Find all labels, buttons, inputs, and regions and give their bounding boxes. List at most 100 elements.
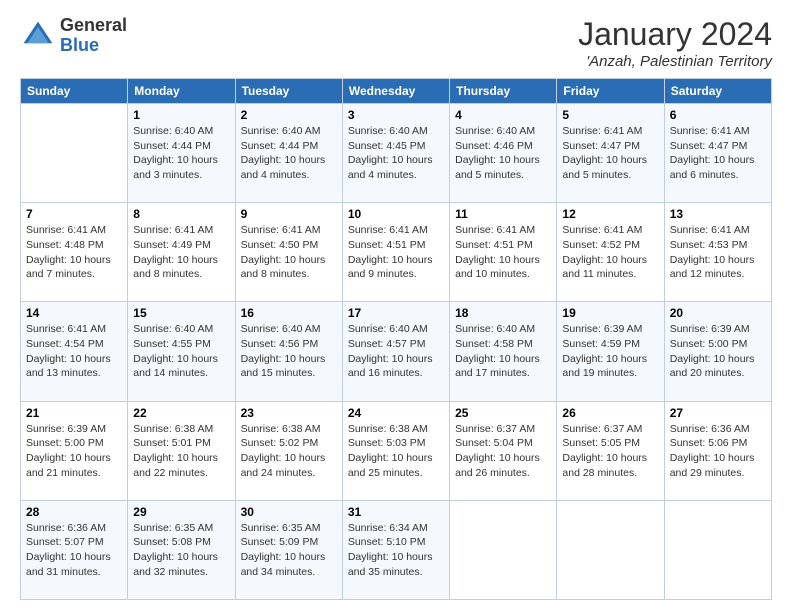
day-info: Sunrise: 6:40 AMSunset: 4:45 PMDaylight:… bbox=[348, 124, 444, 183]
day-info: Sunrise: 6:38 AMSunset: 5:03 PMDaylight:… bbox=[348, 422, 444, 481]
calendar-cell bbox=[21, 104, 128, 203]
logo-text: General Blue bbox=[60, 16, 127, 56]
day-number: 28 bbox=[26, 505, 122, 519]
day-of-week-wednesday: Wednesday bbox=[342, 79, 449, 104]
day-of-week-saturday: Saturday bbox=[664, 79, 771, 104]
day-number: 26 bbox=[562, 406, 658, 420]
day-of-week-tuesday: Tuesday bbox=[235, 79, 342, 104]
day-info: Sunrise: 6:40 AMSunset: 4:44 PMDaylight:… bbox=[133, 124, 229, 183]
day-info: Sunrise: 6:40 AMSunset: 4:46 PMDaylight:… bbox=[455, 124, 551, 183]
calendar-cell: 13 Sunrise: 6:41 AMSunset: 4:53 PMDayligh… bbox=[664, 203, 771, 302]
day-info: Sunrise: 6:41 AMSunset: 4:47 PMDaylight:… bbox=[670, 124, 766, 183]
day-number: 14 bbox=[26, 306, 122, 320]
calendar-cell: 3 Sunrise: 6:40 AMSunset: 4:45 PMDaylight… bbox=[342, 104, 449, 203]
day-info: Sunrise: 6:39 AMSunset: 4:59 PMDaylight:… bbox=[562, 322, 658, 381]
calendar-cell: 7Sunrise: 6:41 AMSunset: 4:48 PMDaylight… bbox=[21, 203, 128, 302]
day-number: 13 bbox=[670, 207, 766, 221]
week-row-5: 28 Sunrise: 6:36 AMSunset: 5:07 PMDayligh… bbox=[21, 500, 772, 599]
day-info: Sunrise: 6:41 AMSunset: 4:49 PMDaylight:… bbox=[133, 223, 229, 282]
day-info: Sunrise: 6:35 AMSunset: 5:09 PMDaylight:… bbox=[241, 521, 337, 580]
calendar-cell: 24 Sunrise: 6:38 AMSunset: 5:03 PMDayligh… bbox=[342, 401, 449, 500]
calendar-header-row: SundayMondayTuesdayWednesdayThursdayFrid… bbox=[21, 79, 772, 104]
day-number: 16 bbox=[241, 306, 337, 320]
calendar-cell: 17 Sunrise: 6:40 AMSunset: 4:57 PMDayligh… bbox=[342, 302, 449, 401]
day-info: Sunrise: 6:34 AMSunset: 5:10 PMDaylight:… bbox=[348, 521, 444, 580]
calendar-cell: 31 Sunrise: 6:34 AMSunset: 5:10 PMDayligh… bbox=[342, 500, 449, 599]
day-info: Sunrise: 6:41 AMSunset: 4:47 PMDaylight:… bbox=[562, 124, 658, 183]
day-number: 25 bbox=[455, 406, 551, 420]
calendar-cell: 2Sunrise: 6:40 AMSunset: 4:44 PMDaylight… bbox=[235, 104, 342, 203]
day-number: 15 bbox=[133, 306, 229, 320]
day-info: Sunrise: 6:37 AMSunset: 5:05 PMDaylight:… bbox=[562, 422, 658, 481]
day-number: 21 bbox=[26, 406, 122, 420]
day-number: 18 bbox=[455, 306, 551, 320]
calendar-cell: 14 Sunrise: 6:41 AMSunset: 4:54 PMDayligh… bbox=[21, 302, 128, 401]
day-number: 20 bbox=[670, 306, 766, 320]
day-info: Sunrise: 6:36 AMSunset: 5:07 PMDaylight:… bbox=[26, 521, 122, 580]
day-number: 6 bbox=[670, 108, 766, 122]
calendar-cell: 9Sunrise: 6:41 AMSunset: 4:50 PMDaylight… bbox=[235, 203, 342, 302]
header: General Blue January 2024 'Anzah, Palest… bbox=[20, 16, 772, 70]
calendar-cell: 30Sunrise: 6:35 AMSunset: 5:09 PMDayligh… bbox=[235, 500, 342, 599]
calendar-cell bbox=[557, 500, 664, 599]
day-of-week-thursday: Thursday bbox=[450, 79, 557, 104]
day-number: 8 bbox=[133, 207, 229, 221]
calendar-cell bbox=[664, 500, 771, 599]
day-number: 23 bbox=[241, 406, 337, 420]
day-number: 29 bbox=[133, 505, 229, 519]
day-number: 24 bbox=[348, 406, 444, 420]
week-row-3: 14 Sunrise: 6:41 AMSunset: 4:54 PMDayligh… bbox=[21, 302, 772, 401]
day-number: 7 bbox=[26, 207, 122, 221]
day-number: 17 bbox=[348, 306, 444, 320]
calendar-cell: 18 Sunrise: 6:40 AMSunset: 4:58 PMDayligh… bbox=[450, 302, 557, 401]
day-number: 1 bbox=[133, 108, 229, 122]
calendar-cell: 20Sunrise: 6:39 AMSunset: 5:00 PMDayligh… bbox=[664, 302, 771, 401]
calendar-cell: 5Sunrise: 6:41 AMSunset: 4:47 PMDaylight… bbox=[557, 104, 664, 203]
day-number: 10 bbox=[348, 207, 444, 221]
calendar-cell: 28 Sunrise: 6:36 AMSunset: 5:07 PMDayligh… bbox=[21, 500, 128, 599]
calendar-cell: 4 Sunrise: 6:40 AMSunset: 4:46 PMDaylight… bbox=[450, 104, 557, 203]
calendar-cell: 25Sunrise: 6:37 AMSunset: 5:04 PMDayligh… bbox=[450, 401, 557, 500]
month-title: January 2024 bbox=[578, 16, 772, 53]
day-number: 22 bbox=[133, 406, 229, 420]
day-info: Sunrise: 6:40 AMSunset: 4:55 PMDaylight:… bbox=[133, 322, 229, 381]
week-row-1: 1 Sunrise: 6:40 AMSunset: 4:44 PMDaylight… bbox=[21, 104, 772, 203]
day-number: 27 bbox=[670, 406, 766, 420]
calendar-cell: 10 Sunrise: 6:41 AMSunset: 4:51 PMDayligh… bbox=[342, 203, 449, 302]
day-info: Sunrise: 6:41 AMSunset: 4:51 PMDaylight:… bbox=[348, 223, 444, 282]
logo-general-text: General bbox=[60, 16, 127, 36]
day-info: Sunrise: 6:41 AMSunset: 4:53 PMDaylight:… bbox=[670, 223, 766, 282]
calendar-cell: 23Sunrise: 6:38 AMSunset: 5:02 PMDayligh… bbox=[235, 401, 342, 500]
day-info: Sunrise: 6:40 AMSunset: 4:56 PMDaylight:… bbox=[241, 322, 337, 381]
day-info: Sunrise: 6:36 AMSunset: 5:06 PMDaylight:… bbox=[670, 422, 766, 481]
day-number: 3 bbox=[348, 108, 444, 122]
calendar-cell: 16 Sunrise: 6:40 AMSunset: 4:56 PMDayligh… bbox=[235, 302, 342, 401]
calendar-table: SundayMondayTuesdayWednesdayThursdayFrid… bbox=[20, 78, 772, 600]
day-info: Sunrise: 6:38 AMSunset: 5:01 PMDaylight:… bbox=[133, 422, 229, 481]
day-info: Sunrise: 6:41 AMSunset: 4:52 PMDaylight:… bbox=[562, 223, 658, 282]
day-number: 4 bbox=[455, 108, 551, 122]
day-info: Sunrise: 6:40 AMSunset: 4:58 PMDaylight:… bbox=[455, 322, 551, 381]
day-of-week-friday: Friday bbox=[557, 79, 664, 104]
day-info: Sunrise: 6:40 AMSunset: 4:44 PMDaylight:… bbox=[241, 124, 337, 183]
day-info: Sunrise: 6:40 AMSunset: 4:57 PMDaylight:… bbox=[348, 322, 444, 381]
day-info: Sunrise: 6:41 AMSunset: 4:50 PMDaylight:… bbox=[241, 223, 337, 282]
calendar-cell: 21 Sunrise: 6:39 AMSunset: 5:00 PMDayligh… bbox=[21, 401, 128, 500]
calendar-cell: 12Sunrise: 6:41 AMSunset: 4:52 PMDayligh… bbox=[557, 203, 664, 302]
calendar-cell: 22 Sunrise: 6:38 AMSunset: 5:01 PMDayligh… bbox=[128, 401, 235, 500]
location: 'Anzah, Palestinian Territory bbox=[578, 53, 772, 70]
title-section: January 2024 'Anzah, Palestinian Territo… bbox=[578, 16, 772, 70]
calendar-page: General Blue January 2024 'Anzah, Palest… bbox=[0, 0, 792, 612]
day-number: 31 bbox=[348, 505, 444, 519]
day-of-week-monday: Monday bbox=[128, 79, 235, 104]
week-row-4: 21 Sunrise: 6:39 AMSunset: 5:00 PMDayligh… bbox=[21, 401, 772, 500]
calendar-cell: 26 Sunrise: 6:37 AMSunset: 5:05 PMDayligh… bbox=[557, 401, 664, 500]
logo-blue-text: Blue bbox=[60, 36, 127, 56]
day-number: 19 bbox=[562, 306, 658, 320]
calendar-cell: 8 Sunrise: 6:41 AMSunset: 4:49 PMDaylight… bbox=[128, 203, 235, 302]
day-number: 11 bbox=[455, 207, 551, 221]
day-info: Sunrise: 6:39 AMSunset: 5:00 PMDaylight:… bbox=[26, 422, 122, 481]
calendar-cell: 15 Sunrise: 6:40 AMSunset: 4:55 PMDayligh… bbox=[128, 302, 235, 401]
week-row-2: 7Sunrise: 6:41 AMSunset: 4:48 PMDaylight… bbox=[21, 203, 772, 302]
day-info: Sunrise: 6:41 AMSunset: 4:54 PMDaylight:… bbox=[26, 322, 122, 381]
